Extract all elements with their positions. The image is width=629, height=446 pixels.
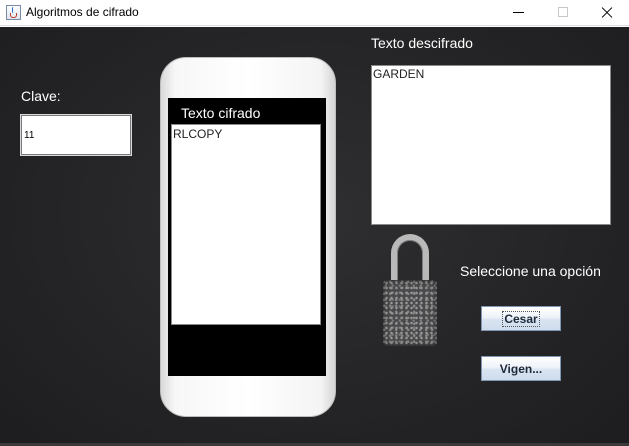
window-title: Algoritmos de cifrado [26,5,139,19]
texto-descifrado-textarea[interactable]: GARDEN [371,65,611,225]
cesar-button[interactable]: Cesar [481,306,561,331]
vigenere-button[interactable]: Vigen... [481,356,561,381]
texto-cifrado-label: Texto cifrado [181,105,261,121]
padlock-image [383,234,437,346]
texto-descifrado-label: Texto descifrado [371,35,473,51]
minimize-button[interactable] [495,0,541,26]
close-button[interactable] [584,0,629,26]
seleccione-opcion-label: Seleccione una opción [460,263,601,279]
main-panel: Clave: Texto cifrado RLCOPY Texto descif… [0,27,629,446]
java-cup-icon[interactable] [6,5,21,20]
cesar-button-label: Cesar [502,310,540,327]
maximize-icon [558,7,568,17]
clave-label: Clave: [21,88,61,104]
title-bar: Algoritmos de cifrado [0,0,629,26]
clave-input[interactable] [20,114,132,156]
maximize-button[interactable] [541,0,587,26]
minimize-icon [513,12,524,13]
texto-cifrado-textarea[interactable]: RLCOPY [171,124,321,325]
